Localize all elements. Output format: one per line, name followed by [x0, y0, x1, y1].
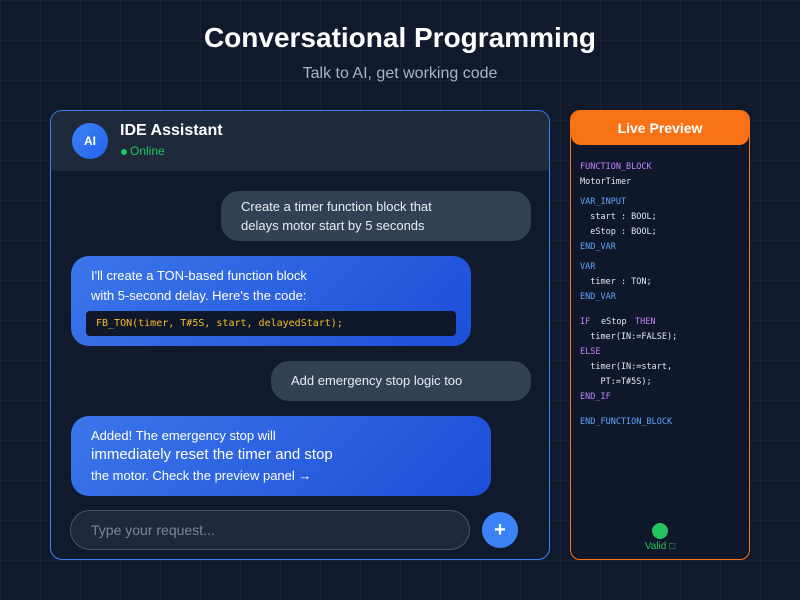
message-text: delays motor start by 5 seconds	[241, 218, 425, 233]
code-keyword: THEN	[635, 317, 656, 327]
message-text: the motor. Check the preview panel →	[91, 468, 312, 483]
code-line: VAR_INPUT	[580, 197, 627, 207]
plus-icon: +	[494, 519, 506, 541]
assistant-message: Added! The emergency stop will immediate…	[71, 416, 491, 496]
validation-status: Valid □	[644, 541, 676, 552]
assistant-name: IDE Assistant	[120, 122, 223, 139]
preview-title: Live Preview	[571, 111, 749, 145]
code-line: END_VAR	[580, 242, 616, 252]
code-line: END_IF	[580, 392, 611, 402]
code-line: END_VAR	[580, 292, 616, 302]
code-line: PT:=T#5S);	[580, 377, 652, 387]
user-message: Create a timer function block that delay…	[221, 191, 531, 241]
code-line: ELSE	[580, 347, 601, 357]
message-text: immediately reset the timer and stop	[91, 446, 333, 463]
online-dot-icon	[121, 149, 127, 155]
preview-panel: Live Preview FUNCTION_BLOCK MotorTimer V…	[570, 110, 750, 560]
code-line: MotorTimer	[580, 177, 632, 187]
chat-panel: AI IDE Assistant Online Create a timer f…	[50, 110, 550, 560]
message-text: Add emergency stop logic too	[291, 373, 463, 388]
code-line: VAR	[580, 262, 596, 272]
assistant-message: I'll create a TON-based function block w…	[71, 256, 471, 346]
user-message: Add emergency stop logic too	[271, 361, 531, 401]
chat-header: AI IDE Assistant Online	[51, 111, 549, 171]
message-text: Create a timer function block that	[241, 199, 432, 214]
code-line: FUNCTION_BLOCK	[580, 162, 652, 172]
code-token: eStop	[601, 317, 627, 327]
code-line: timer(IN:=FALSE);	[580, 332, 678, 342]
code-line: timer(IN:=start,	[580, 362, 673, 372]
message-text: I'll create a TON-based function block	[91, 268, 307, 283]
message-text: with 5-second delay. Here's the code:	[91, 288, 307, 303]
online-status: Online	[130, 144, 165, 158]
code-keyword: IF	[580, 317, 591, 327]
request-input[interactable]	[70, 510, 470, 550]
code-line: start : BOOL;	[580, 212, 657, 222]
code-snippet: FB_TON(timer, T#5S, start, delayedStart)…	[86, 311, 456, 336]
page-title: Conversational Programming	[203, 22, 597, 53]
assistant-avatar: AI	[72, 123, 108, 159]
valid-indicator-icon	[652, 523, 668, 539]
code-line: END_FUNCTION_BLOCK	[580, 417, 673, 427]
message-text: Added! The emergency stop will	[91, 428, 276, 443]
code-line: eStop : BOOL;	[580, 227, 657, 237]
send-button[interactable]: +	[482, 512, 518, 548]
page-subtitle: Talk to AI, get working code	[302, 65, 498, 82]
code-line: timer : TON;	[580, 277, 652, 287]
